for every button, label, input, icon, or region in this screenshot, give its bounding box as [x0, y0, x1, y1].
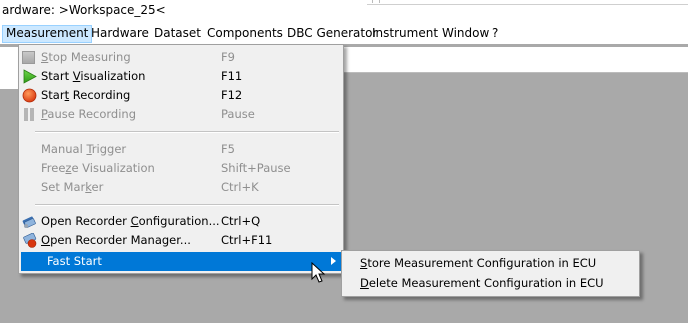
play-triangle-icon [23, 69, 37, 84]
fast-start-submenu: Store Measurement Configuration in ECU D… [341, 250, 640, 297]
menu-dataset[interactable]: Dataset [150, 25, 205, 43]
menu-measurement[interactable]: Measurement [2, 25, 93, 43]
menu-item-start-visualization[interactable]: Start Visualization F11 [21, 67, 341, 86]
shortcut: F9 [221, 50, 235, 64]
menu-item-delete-measurement-configuration[interactable]: Delete Measurement Configuration in ECU [344, 274, 637, 293]
shortcut: F11 [221, 69, 243, 83]
shortcut: Pause [221, 107, 255, 121]
shortcut: Shift+Pause [221, 161, 291, 175]
pause-bars-icon [22, 107, 37, 122]
window-title: ardware: >Workspace_25< [2, 3, 166, 17]
mouse-cursor-icon [311, 262, 326, 283]
menu-separator [35, 131, 339, 133]
menu-help[interactable]: ? [488, 25, 502, 43]
menu-dbc-generator[interactable]: DBC Generator [283, 25, 381, 43]
shortcut: Ctrl+K [221, 180, 259, 194]
toolbar-left-strip [0, 47, 20, 89]
menu-item-open-recorder-manager[interactable]: Open Recorder Manager... Ctrl+F11 [21, 231, 341, 250]
menu-item-open-recorder-configuration[interactable]: Open Recorder Configuration... Ctrl+Q [21, 212, 341, 231]
stop-square-icon [22, 51, 35, 64]
background-window-edge [367, 0, 688, 5]
menu-item-manual-trigger[interactable]: Manual Trigger F5 [21, 140, 341, 159]
menu-item-set-marker[interactable]: Set Marker Ctrl+K [21, 178, 341, 197]
menu-instrument[interactable]: Instrument [368, 25, 442, 43]
submenu-arrow-icon [331, 257, 336, 265]
menu-item-freeze-visualization[interactable]: Freeze Visualization Shift+Pause [21, 159, 341, 178]
menu-item-fast-start[interactable]: Fast Start [21, 252, 341, 271]
menu-hardware[interactable]: Hardware [87, 25, 153, 43]
shortcut: Ctrl+Q [221, 214, 261, 228]
shortcut: F12 [221, 88, 243, 102]
menu-item-start-recording[interactable]: Start Recording F12 [21, 86, 341, 105]
menu-window[interactable]: Window [438, 25, 493, 43]
menu-item-stop-measuring[interactable]: Stop Measuring F9 [21, 48, 341, 67]
shortcut: F5 [221, 142, 235, 156]
shortcut: Ctrl+F11 [221, 233, 273, 247]
record-circle-icon [22, 88, 37, 103]
menu-components[interactable]: Components [203, 25, 287, 43]
menubar: Measurement Hardware Dataset Components … [0, 24, 688, 44]
menu-separator [35, 204, 339, 206]
recorder-config-icon [22, 216, 36, 228]
menu-item-pause-recording[interactable]: Pause Recording Pause [21, 105, 341, 124]
recorder-manager-icon [23, 233, 37, 248]
menu-item-store-measurement-configuration[interactable]: Store Measurement Configuration in ECU [344, 254, 637, 273]
measurement-menu: Stop Measuring F9 Start Visualization F1… [18, 44, 344, 274]
background-window-mark [372, 0, 380, 3]
title-strip: ardware: >Workspace_25< [0, 0, 688, 24]
